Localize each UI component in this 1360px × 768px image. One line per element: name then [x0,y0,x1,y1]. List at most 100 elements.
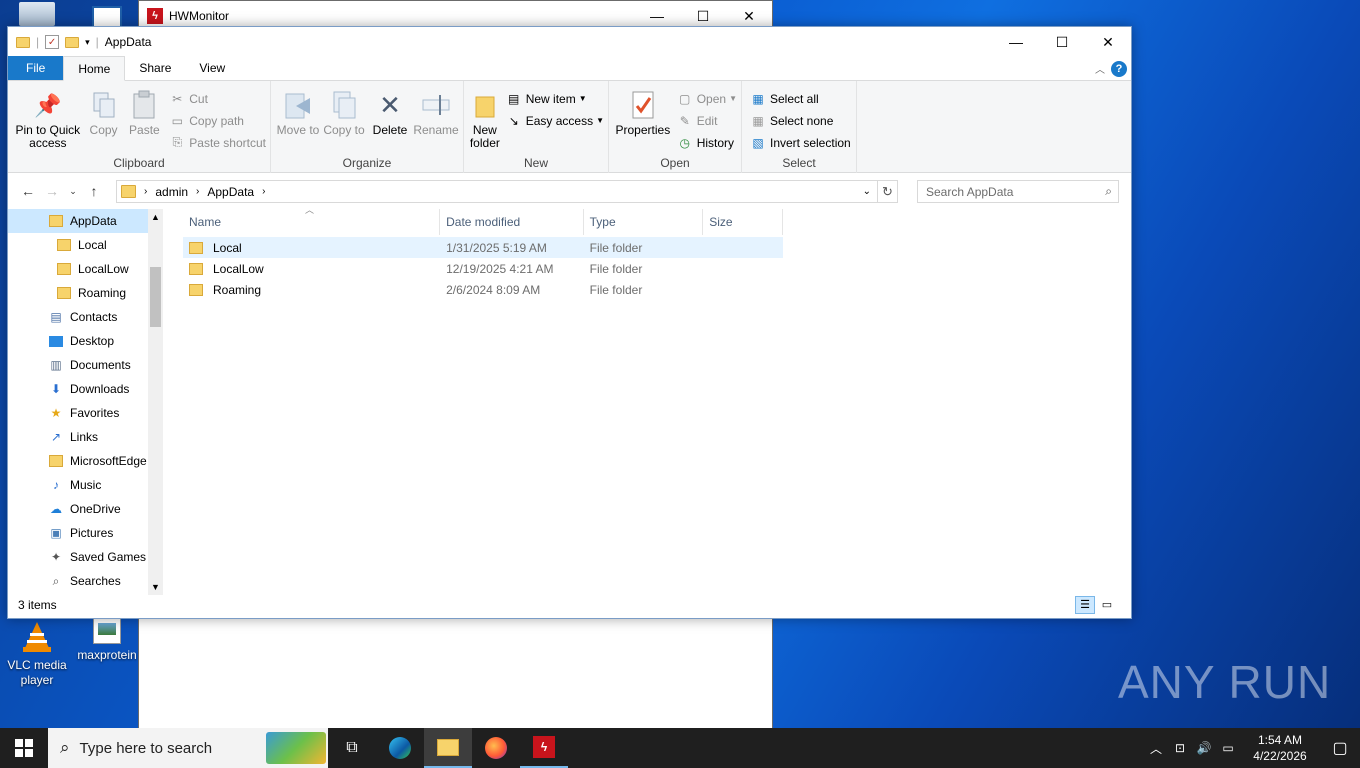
history-button[interactable]: ◷ History [677,133,737,152]
hwmonitor-taskbar-button[interactable]: ϟ [520,728,568,768]
clock[interactable]: 1:54 AM 4/22/2026 [1240,732,1320,764]
address-bar[interactable]: › admin › AppData › ⌄ ↻ [116,180,898,203]
delete-x-icon: ✕ [379,89,401,120]
invert-selection-button[interactable]: ▧ Invert selection [750,133,850,152]
network-icon[interactable]: ⊡ [1168,741,1192,755]
edit-button[interactable]: ✎ Edit [677,111,737,130]
pin-icon: 📌 [34,92,62,118]
file-name: LocalLow [213,261,264,276]
select-none-button[interactable]: ▦ Select none [750,111,851,130]
desktop-icon [48,334,64,348]
forward-button[interactable]: → [40,183,64,199]
open-button[interactable]: ▢ Open ▼ [677,89,737,108]
folder-icon [189,283,203,296]
easy-access-button[interactable]: ↘ Easy access ▼ [506,111,604,130]
back-button[interactable]: ← [16,183,40,199]
recent-locations-button[interactable]: ⌄ [64,186,82,197]
desktop-icon-vlc[interactable]: VLC media player [2,618,72,688]
task-view-icon: ⧉ [346,739,358,756]
nav-item-onedrive[interactable]: ☁ OneDrive [8,497,163,521]
search-placeholder: Type here to search [79,739,213,757]
firefox-icon [485,737,507,759]
show-hidden-icons-button[interactable]: ︿ [1144,740,1168,757]
scroll-thumb[interactable] [150,267,161,327]
file-name: Local [213,240,242,255]
nav-item-links[interactable]: ↗ Links [8,425,163,449]
new-item-button[interactable]: ▤ New item ▼ [506,89,604,108]
large-icons-view-icon[interactable]: ▭ [1097,596,1117,614]
nav-item-local[interactable]: Local [8,233,163,257]
select-none-icon: ▦ [752,113,764,128]
links-icon: ↗ [50,430,62,444]
nav-item-favorites[interactable]: ★ Favorites [8,401,163,425]
system-tray: ︿ ⊡ 🔊 ▭ 1:54 AM 4/22/2026 ▢ [1144,728,1360,768]
nav-item-searches[interactable]: ⌕ Searches [8,569,163,593]
hwmonitor-app-icon: ϟ [147,8,163,24]
tab-home[interactable]: Home [63,56,126,81]
cut-button[interactable]: ✂ Cut [169,89,266,108]
new-folder-qat-icon[interactable] [65,36,80,48]
nav-item-pictures[interactable]: ▣ Pictures [8,521,163,545]
column-type[interactable]: Type [584,209,704,235]
nav-item-music[interactable]: ♪ Music [8,473,163,497]
up-button[interactable]: ↑ [82,183,106,199]
action-center-icon[interactable]: ▢ [1320,738,1360,758]
nav-item-documents[interactable]: ▥ Documents [8,353,163,377]
volume-icon[interactable]: 🔊 [1192,741,1216,755]
search-input[interactable]: Search AppData ⌕ [917,180,1119,203]
task-view-button[interactable]: ⧉ [328,728,376,768]
nav-item-contacts[interactable]: ▤ Contacts [8,305,163,329]
nav-item-microsoftedge[interactable]: MicrosoftEdge [8,449,163,473]
table-row[interactable]: LocalLow 12/19/2025 4:21 AM File folder [183,258,783,279]
explorer-window[interactable]: | ✓ ▾ | AppData — ☐ ✕ File Home Share Vi… [7,26,1132,619]
collapse-ribbon-icon[interactable]: ︿ [1095,61,1105,76]
minimize-button[interactable]: — [993,27,1039,57]
button-label: New folder [469,123,500,150]
nav-item-downloads[interactable]: ⬇ Downloads [8,377,163,401]
table-row[interactable]: Roaming 2/6/2024 8:09 AM File folder [183,279,783,300]
firefox-taskbar-button[interactable] [472,728,520,768]
paste-shortcut-button[interactable]: ⎘ Paste shortcut [169,133,266,152]
explorer-taskbar-button[interactable] [424,728,472,768]
start-button[interactable] [0,728,48,768]
qat-dropdown-icon[interactable]: ▾ [85,37,90,48]
scroll-up-icon[interactable]: ▲ [148,209,163,225]
table-row[interactable]: Local 1/31/2025 5:19 AM File folder [183,237,783,258]
breadcrumb-separator-icon: › [144,186,148,197]
maximize-button[interactable]: ☐ [1039,27,1085,57]
nav-scrollbar[interactable]: ▲ ▼ [148,209,163,595]
scissors-icon: ✂ [172,91,183,106]
copy-path-button[interactable]: ▭ Copy path [169,111,266,130]
item-count: 3 items [18,598,57,612]
column-size[interactable]: Size [703,209,783,235]
breadcrumb-admin[interactable]: admin [155,185,188,199]
close-button[interactable]: ✕ [1085,27,1131,57]
tab-file[interactable]: File [8,56,64,80]
desktop-icon-maxprotein[interactable]: maxprotein [72,614,142,663]
nav-item-label: Pictures [70,526,114,540]
taskbar-search-box[interactable]: ⌕ Type here to search [48,728,328,768]
notification-area-icon[interactable]: ▭ [1216,741,1240,755]
recycle-bin-icon [19,2,55,26]
move-to-icon [283,89,313,121]
nav-item-appdata[interactable]: AppData [8,209,163,233]
nav-item-locallow[interactable]: LocalLow [8,257,163,281]
address-dropdown-icon[interactable]: ⌄ [863,186,871,197]
nav-item-roaming[interactable]: Roaming [8,281,163,305]
paste-shortcut-icon: ⎘ [172,135,183,149]
edge-taskbar-button[interactable] [376,728,424,768]
tab-share[interactable]: Share [125,56,185,80]
select-all-button[interactable]: ▦ Select all [750,89,851,108]
nav-item-saved-games[interactable]: ✦ Saved Games [8,545,163,569]
help-icon[interactable]: ? [1111,61,1127,77]
button-label: Open [696,91,727,106]
refresh-icon[interactable]: ↻ [877,181,897,202]
breadcrumb-appdata[interactable]: AppData [207,185,254,199]
nav-item-desktop[interactable]: Desktop [8,329,163,353]
properties-qat-icon[interactable]: ✓ [45,35,60,49]
select-all-icon: ▦ [752,91,764,106]
details-view-icon[interactable]: ☰ [1075,596,1095,614]
tab-view[interactable]: View [185,56,239,80]
explorer-titlebar[interactable]: | ✓ ▾ | AppData — ☐ ✕ [8,27,1131,57]
column-date-modified[interactable]: Date modified [440,209,584,235]
